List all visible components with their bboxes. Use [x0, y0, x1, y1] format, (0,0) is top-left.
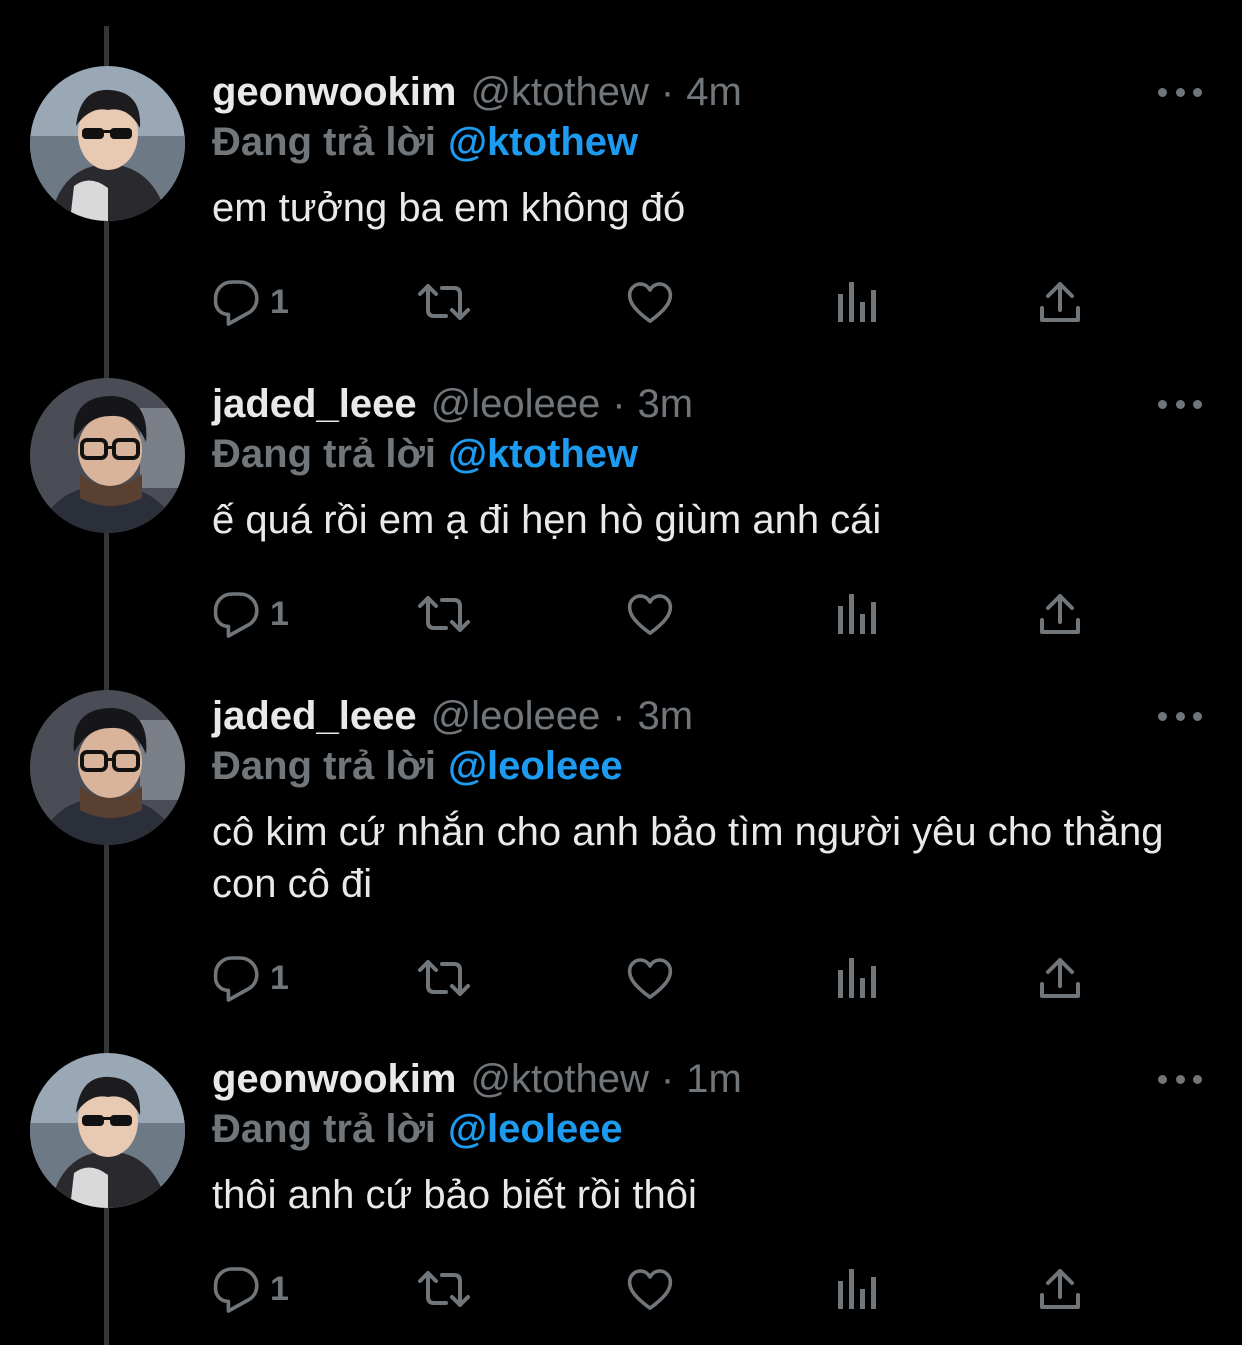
share-button[interactable] — [1038, 1263, 1082, 1315]
analytics-button[interactable] — [834, 1263, 878, 1315]
like-icon — [627, 1269, 673, 1310]
more-options-icon[interactable] — [1158, 1065, 1202, 1093]
replying-to-label: Đang trả lời — [212, 744, 437, 788]
replying-to: Đang trả lời @leoleee — [212, 740, 623, 792]
share-button[interactable] — [1038, 588, 1082, 640]
mention-link[interactable]: @ktothew — [448, 120, 638, 164]
separator-dot: · — [612, 382, 626, 426]
reply-icon — [213, 956, 259, 1002]
reply-icon — [213, 1267, 259, 1313]
separator-dot: · — [660, 1057, 675, 1101]
more-options-icon[interactable] — [1158, 390, 1202, 418]
user-handle[interactable]: @leoleee — [431, 690, 601, 742]
share-icon — [1040, 958, 1080, 998]
separator-dot: · — [612, 694, 626, 738]
display-name[interactable]: geonwookim — [212, 66, 456, 118]
timestamp[interactable]: 4m — [686, 66, 742, 118]
share-icon — [1040, 1269, 1080, 1309]
replying-to: Đang trả lời @ktothew — [212, 116, 638, 168]
tweet-text: em tưởng ba em không đó — [212, 186, 686, 230]
like-button[interactable] — [626, 952, 674, 1004]
retweet-icon — [418, 284, 470, 320]
analytics-icon — [838, 958, 876, 998]
timestamp[interactable]: 3m — [638, 378, 694, 430]
more-options-icon[interactable] — [1158, 78, 1202, 106]
replying-to-label: Đang trả lời — [212, 1107, 437, 1151]
replying-to-label: Đang trả lời — [212, 120, 437, 164]
retweet-icon — [418, 960, 470, 996]
avatar-glasses-icon — [30, 378, 185, 533]
share-icon — [1040, 282, 1080, 322]
tweet-text: cô kim cứ nhắn cho anh bảo tìm người yêu… — [212, 810, 1164, 906]
avatar-sunglasses-icon — [30, 1053, 185, 1208]
tweet-text: ế quá rồi em ạ đi hẹn hò giùm anh cái — [212, 498, 882, 542]
retweet-button[interactable] — [418, 276, 470, 328]
analytics-icon — [838, 594, 876, 634]
retweet-icon — [418, 1271, 470, 1307]
user-handle[interactable]: @leoleee — [431, 378, 601, 430]
reply-count: 1 — [270, 1270, 289, 1308]
like-button[interactable] — [626, 276, 674, 328]
more-options-icon[interactable] — [1158, 702, 1202, 730]
reply-button[interactable]: 1 — [212, 588, 289, 640]
share-icon — [1040, 594, 1080, 634]
like-icon — [627, 594, 673, 635]
like-icon — [627, 958, 673, 999]
retweet-icon — [418, 596, 470, 632]
action-bar: 1 — [212, 1263, 1112, 1315]
avatar-sunglasses-icon — [30, 66, 185, 221]
retweet-button[interactable] — [418, 1263, 470, 1315]
separator-dot: · — [660, 70, 675, 114]
reply-button[interactable]: 1 — [212, 952, 289, 1004]
reply-button[interactable]: 1 — [212, 276, 289, 328]
share-button[interactable] — [1038, 276, 1082, 328]
reply-button[interactable]: 1 — [212, 1263, 289, 1315]
avatar[interactable] — [30, 378, 185, 533]
user-handle[interactable]: @ktothew — [470, 66, 648, 118]
mention-link[interactable]: @ktothew — [448, 432, 638, 476]
display-name[interactable]: geonwookim — [212, 1053, 456, 1105]
analytics-button[interactable] — [834, 276, 878, 328]
retweet-button[interactable] — [418, 952, 470, 1004]
tweet-text: thôi anh cứ bảo biết rồi thôi — [212, 1173, 697, 1217]
user-handle[interactable]: @ktothew — [470, 1053, 648, 1105]
avatar[interactable] — [30, 1053, 185, 1208]
avatar[interactable] — [30, 690, 185, 845]
analytics-icon — [838, 1269, 876, 1309]
avatar-glasses-icon — [30, 690, 185, 845]
analytics-button[interactable] — [834, 588, 878, 640]
timestamp[interactable]: 3m — [638, 690, 694, 742]
share-button[interactable] — [1038, 952, 1082, 1004]
like-icon — [627, 282, 673, 323]
replying-to: Đang trả lời @ktothew — [212, 428, 638, 480]
reply-icon — [213, 592, 259, 638]
reply-count: 1 — [270, 959, 289, 997]
reply-count: 1 — [270, 283, 289, 321]
timestamp[interactable]: 1m — [686, 1053, 742, 1105]
mention-link[interactable]: @leoleee — [448, 1107, 623, 1151]
analytics-button[interactable] — [834, 952, 878, 1004]
replying-to: Đang trả lời @leoleee — [212, 1103, 623, 1155]
reply-icon — [213, 280, 259, 326]
display-name[interactable]: jaded_leee — [212, 378, 417, 430]
like-button[interactable] — [626, 588, 674, 640]
action-bar: 1 — [212, 588, 1112, 640]
reply-count: 1 — [270, 595, 289, 633]
mention-link[interactable]: @leoleee — [448, 744, 623, 788]
display-name[interactable]: jaded_leee — [212, 690, 417, 742]
retweet-button[interactable] — [418, 588, 470, 640]
action-bar: 1 — [212, 276, 1112, 328]
action-bar: 1 — [212, 952, 1112, 1004]
avatar[interactable] — [30, 66, 185, 221]
like-button[interactable] — [626, 1263, 674, 1315]
replying-to-label: Đang trả lời — [212, 432, 437, 476]
analytics-icon — [838, 282, 876, 322]
